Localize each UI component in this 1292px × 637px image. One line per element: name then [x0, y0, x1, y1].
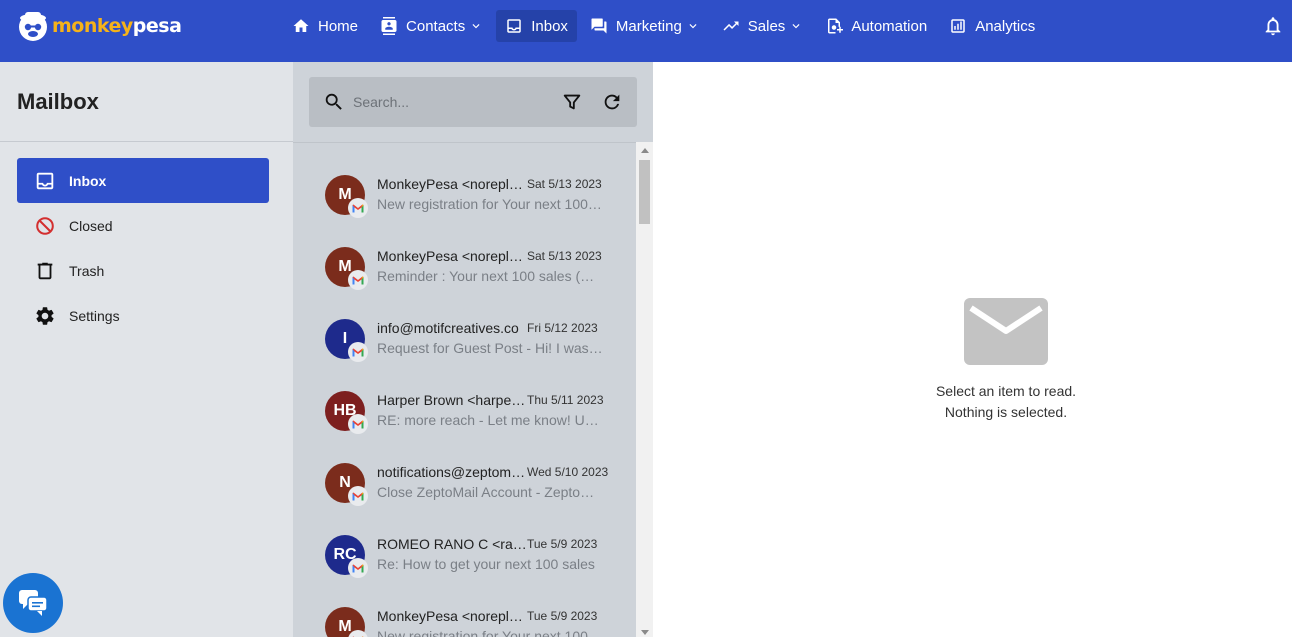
message-date: Tue 5/9 2023 [527, 537, 598, 551]
message-date: Sat 5/13 2023 [527, 249, 602, 263]
gmail-icon [348, 558, 368, 578]
sidebar-item-settings[interactable]: Settings [17, 293, 269, 338]
brand-logo[interactable]: monkeypesa [16, 8, 182, 44]
inbox-icon [507, 19, 521, 33]
list-item[interactable]: MMonkeyPesa <noreply@monkeypesa.com>Sat … [293, 219, 636, 291]
live-chat-button[interactable] [3, 573, 63, 633]
mailbox-sidebar: Mailbox Inbox Closed Trash Settings [0, 62, 293, 637]
nav-home[interactable]: Home [283, 10, 367, 42]
empty-state-message: Select an item to read. [935, 383, 1077, 399]
message-date: Fri 5/12 2023 [527, 321, 598, 335]
message-list: MMonkeyPesa <noreply@monkeypesa.com>Sat … [293, 147, 636, 637]
nav-sales[interactable]: Sales [713, 10, 813, 42]
message-sender: MonkeyPesa <noreply@monkeypesa.com> [377, 176, 527, 192]
gmail-icon [348, 414, 368, 434]
list-item[interactable]: MMonkeyPesa <noreply@monkeypesa.com>Sat … [293, 147, 636, 219]
sidebar-item-closed[interactable]: Closed [17, 203, 269, 248]
trending-up-icon [723, 21, 739, 31]
sidebar-item-trash[interactable]: Trash [17, 248, 269, 293]
refresh-icon[interactable] [601, 91, 623, 113]
scroll-thumb[interactable] [639, 160, 650, 224]
chat-bubbles-icon [19, 590, 48, 616]
gmail-icon [348, 270, 368, 290]
chevron-down-icon [472, 24, 480, 29]
message-preview: RE: more reach - Let me know! Unsubscrib… [377, 412, 605, 428]
message-preview: Re: How to get your next 100 sales [377, 556, 595, 572]
message-date: Sat 5/13 2023 [527, 177, 602, 191]
inbox-icon [36, 172, 54, 189]
automation-icon [828, 18, 844, 34]
trash-icon [37, 262, 53, 279]
gmail-icon [348, 486, 368, 506]
list-item[interactable]: Nnotifications@zeptomail.comWed 5/10 202… [293, 435, 636, 507]
list-item[interactable]: Iinfo@motifcreatives.co Fri 5/12 2023 Requ… [293, 291, 636, 363]
gmail-icon [348, 198, 368, 218]
empty-state-submessage: Nothing is selected. [944, 404, 1068, 420]
nav-marketing[interactable]: Marketing [581, 10, 709, 42]
reading-pane: Select an item to read. Nothing is selec… [653, 62, 1292, 637]
filter-icon[interactable] [561, 91, 583, 113]
monkey-mascot-icon [19, 12, 47, 41]
message-date: Thu 5/11 2023 [527, 393, 604, 407]
contacts-icon [381, 17, 397, 35]
scroll-down-arrow-icon[interactable] [641, 630, 649, 635]
message-sender: MonkeyPesa <noreply@monkeypesa.com> [377, 248, 527, 264]
gear-icon [36, 306, 54, 325]
message-sender: notifications@zeptomail.com [377, 464, 527, 480]
nav-contacts[interactable]: Contacts [371, 10, 492, 42]
brand-name: monkeypesa [52, 15, 182, 37]
list-item[interactable]: RCROMEO RANO C <rano@example.com>Tue 5/9… [293, 507, 636, 579]
message-sender: MonkeyPesa <noreply@monkeypesa.com> [377, 608, 527, 624]
gmail-icon [348, 630, 368, 637]
envelope-icon [964, 298, 1048, 365]
message-preview: New registration for Your next 100 sales [377, 628, 605, 637]
message-preview: Reminder : Your next 100 sales (Webinar) [377, 268, 605, 284]
nav-inbox[interactable]: Inbox [496, 10, 577, 42]
message-preview: Close ZeptoMail Account - ZeptoMail team [377, 484, 605, 500]
message-sender: Harper Brown <harper@example.com> [377, 392, 527, 408]
mailbox-title: Mailbox [0, 62, 293, 142]
home-icon [293, 19, 309, 32]
main-nav: Home Contacts Inbox Marketing Sales Auto… [283, 10, 1048, 42]
message-sender: ROMEO RANO C <rano@example.com> [377, 536, 527, 552]
sidebar-item-inbox[interactable]: Inbox [17, 158, 269, 203]
scrollbar[interactable] [636, 142, 653, 637]
message-date: Tue 5/9 2023 [527, 609, 598, 623]
chat-icon [591, 18, 607, 34]
scroll-up-arrow-icon[interactable] [641, 148, 649, 153]
top-navbar: monkeypesa Home Contacts Inbox Marketing… [0, 0, 1292, 62]
message-date: Wed 5/10 2023 [527, 465, 609, 479]
analytics-icon [951, 19, 965, 33]
chevron-down-icon [689, 24, 697, 29]
message-list-pane: Search... MMonkeyPesa <noreply@monkeypes… [293, 62, 653, 637]
divider [293, 142, 636, 143]
message-sender: info@motifcreatives.co [377, 320, 519, 336]
blocked-icon [36, 216, 54, 235]
chevron-down-icon [792, 24, 800, 29]
message-preview: New registration for Your next 100 sales [377, 196, 605, 212]
search-input[interactable]: Search... [353, 94, 561, 110]
gmail-icon [348, 342, 368, 362]
bell-icon[interactable] [1262, 15, 1284, 37]
search-bar[interactable]: Search... [309, 77, 637, 127]
list-item[interactable]: HBHarper Brown <harper@example.com>Thu 5… [293, 363, 636, 435]
search-icon[interactable] [323, 91, 345, 113]
message-preview: Request for Guest Post - Hi! I was wonde… [377, 340, 605, 356]
nav-analytics[interactable]: Analytics [940, 10, 1044, 42]
mailbox-menu: Inbox Closed Trash Settings [0, 142, 293, 338]
nav-automation[interactable]: Automation [816, 10, 936, 42]
list-item[interactable]: MMonkeyPesa <noreply@monkeypesa.com>Tue … [293, 579, 636, 637]
